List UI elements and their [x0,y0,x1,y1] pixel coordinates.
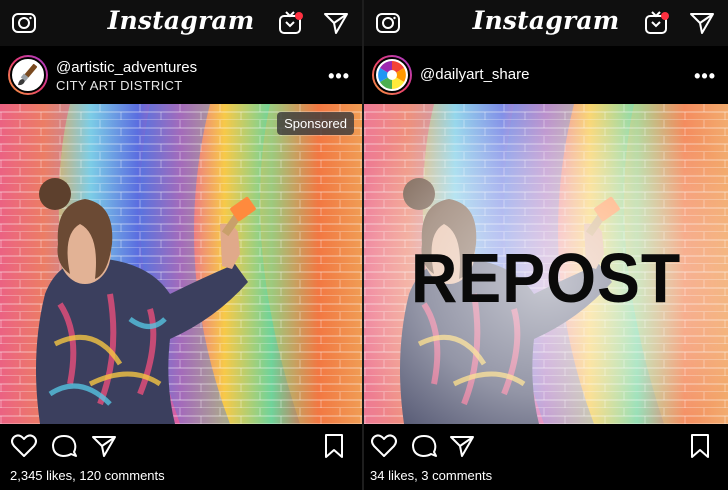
more-options-button[interactable]: ••• [694,66,716,87]
paper-plane-icon[interactable] [322,9,350,37]
post-image[interactable]: Sponsored [0,104,362,424]
more-options-button[interactable]: ••• [328,66,350,87]
post-username[interactable]: @dailyart_share [420,66,529,83]
paper-plane-icon[interactable] [688,9,716,37]
avatar[interactable] [8,55,48,95]
app-logo: Instagram [107,6,255,35]
top-bar: Instagram [0,0,362,46]
post-image[interactable]: REPOST [364,104,728,424]
heart-icon[interactable] [10,432,38,460]
top-bar: Instagram [364,0,728,46]
heart-icon[interactable] [370,432,398,460]
avatar[interactable] [372,55,412,95]
igtv-icon[interactable] [276,8,306,38]
app-logo: Instagram [472,6,620,35]
bookmark-icon[interactable] [320,432,348,460]
post-actions: 2,345 likes, 120 comments [0,424,362,490]
repost-panel: Instagram @dailyart_share ••• REPOST 34 … [364,0,728,490]
likes-comments-count[interactable]: 2,345 likes, 120 comments [10,468,165,483]
comment-icon[interactable] [50,432,78,460]
bookmark-icon[interactable] [686,432,714,460]
mural-photo [0,104,362,424]
post-header: @dailyart_share ••• [364,46,728,104]
share-icon[interactable] [90,432,118,460]
post-header: @artistic_adventures CITY ART DISTRICT •… [0,46,362,104]
post-username[interactable]: @artistic_adventures [56,59,197,76]
share-icon[interactable] [448,432,476,460]
likes-comments-count[interactable]: 34 likes, 3 comments [370,468,492,483]
repost-watermark: REPOST [410,239,682,317]
post-actions: 34 likes, 3 comments [364,424,728,490]
igtv-icon[interactable] [642,8,672,38]
original-post-panel: Instagram @artistic_adventures CITY ART … [0,0,362,490]
post-location[interactable]: CITY ART DISTRICT [56,78,182,93]
comment-icon[interactable] [410,432,438,460]
sponsored-badge: Sponsored [277,112,354,135]
color-wheel-icon [378,61,406,89]
paintbrush-icon [18,63,38,86]
